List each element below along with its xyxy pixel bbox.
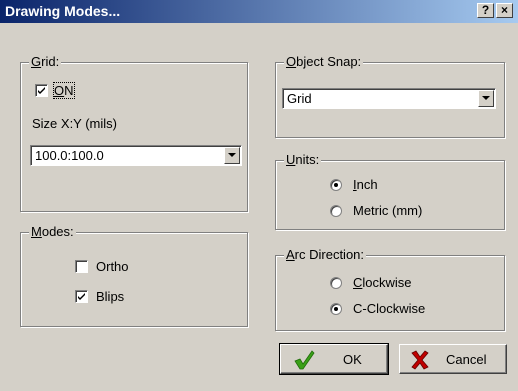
close-button[interactable]: × [496, 3, 513, 18]
close-x-icon [411, 350, 429, 370]
units-inch-label: Inch [353, 177, 378, 192]
ortho-label: Ortho [96, 259, 129, 274]
grid-size-value: 100.0:100.0 [35, 148, 104, 163]
arc-clockwise-radio[interactable] [330, 277, 342, 289]
blips-label: Blips [96, 289, 125, 304]
object-snap-dropdown-button[interactable] [478, 90, 494, 107]
units-metric-radio[interactable] [330, 205, 342, 217]
chevron-down-icon [228, 153, 236, 157]
object-snap-value: Grid [287, 91, 312, 106]
arc-clockwise-label: Clockwise [353, 275, 412, 290]
ok-button[interactable]: OK [279, 343, 389, 375]
units-legend: Units: [284, 152, 322, 167]
grid-on-label[interactable]: ON [53, 82, 75, 99]
grid-size-dropdown-button[interactable] [224, 147, 240, 164]
arc-cclockwise-radio[interactable] [330, 303, 342, 315]
units-group: Units: [275, 153, 505, 230]
object-snap-combo[interactable]: Grid [282, 88, 496, 109]
cancel-button[interactable]: Cancel [399, 344, 507, 374]
radio-selected-dot [334, 307, 338, 311]
drawing-modes-dialog: Drawing Modes... ? × Grid: ON Size X:Y (… [0, 0, 518, 391]
help-button[interactable]: ? [477, 3, 494, 18]
object-snap-legend: Object Snap: [284, 54, 364, 69]
cancel-label: Cancel [446, 352, 487, 367]
modes-group: Modes: [20, 225, 248, 327]
window-title: Drawing Modes... [5, 3, 121, 19]
arc-cclockwise-label: C-Clockwise [353, 301, 426, 316]
grid-size-combo[interactable]: 100.0:100.0 [30, 145, 242, 166]
checkmark-icon [78, 293, 85, 300]
modes-legend: Modes: [29, 224, 76, 239]
arc-direction-group: Arc Direction: [275, 248, 505, 331]
grid-legend: Grid: [29, 54, 62, 69]
units-inch-radio[interactable] [330, 179, 342, 191]
checkmark-icon [294, 350, 315, 370]
ortho-checkbox[interactable] [75, 260, 88, 273]
title-bar[interactable]: Drawing Modes... ? × [0, 0, 518, 23]
units-metric-label: Metric (mm) [353, 203, 423, 218]
checkmark-icon [38, 87, 45, 94]
ok-label: OK [343, 352, 362, 367]
chevron-down-icon [482, 96, 490, 100]
grid-size-label: Size X:Y (mils) [32, 116, 117, 131]
arc-direction-legend: Arc Direction: [284, 247, 367, 262]
radio-selected-dot [334, 183, 338, 187]
grid-on-checkbox[interactable] [35, 84, 48, 97]
blips-checkbox[interactable] [75, 290, 88, 303]
